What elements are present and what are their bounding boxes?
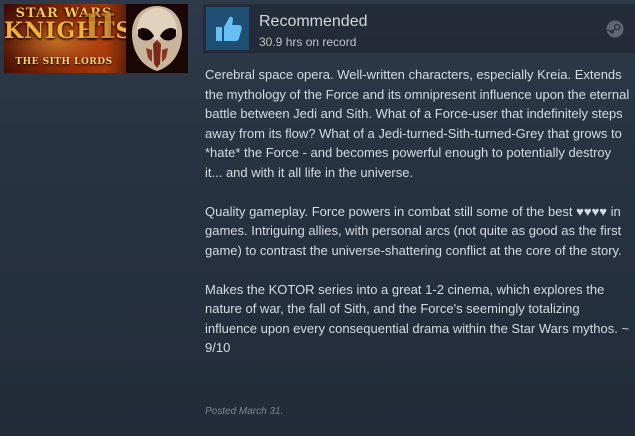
review-paragraph: Cerebral space opera. Well-written chara…	[205, 67, 630, 180]
posted-date: Posted March 31.	[205, 406, 284, 417]
steam-icon	[606, 20, 624, 38]
review-paragraph: Quality gameplay. Force powers in combat…	[205, 203, 622, 258]
review-paragraph: Makes the KOTOR series into a great 1-2 …	[205, 281, 630, 356]
game-logo: STAR WARS KNIGHTS II	[4, 7, 131, 47]
review-body: Cerebral space opera. Well-written chara…	[205, 65, 630, 377]
game-capsule[interactable]: STAR WARS KNIGHTS II THE SITH LORDS	[4, 4, 188, 73]
recommendation-title[interactable]: Recommended	[259, 13, 368, 31]
sith-mask-image	[126, 4, 188, 73]
review-header: Recommended 30.9 hrs on record	[203, 4, 635, 53]
logo-numeral: II	[84, 7, 116, 47]
hours-on-record: 30.9 hrs on record	[259, 35, 357, 49]
game-subtitle: THE SITH LORDS	[15, 57, 113, 67]
recommendation-thumb[interactable]	[206, 7, 249, 50]
thumbs-up-icon	[215, 16, 242, 41]
